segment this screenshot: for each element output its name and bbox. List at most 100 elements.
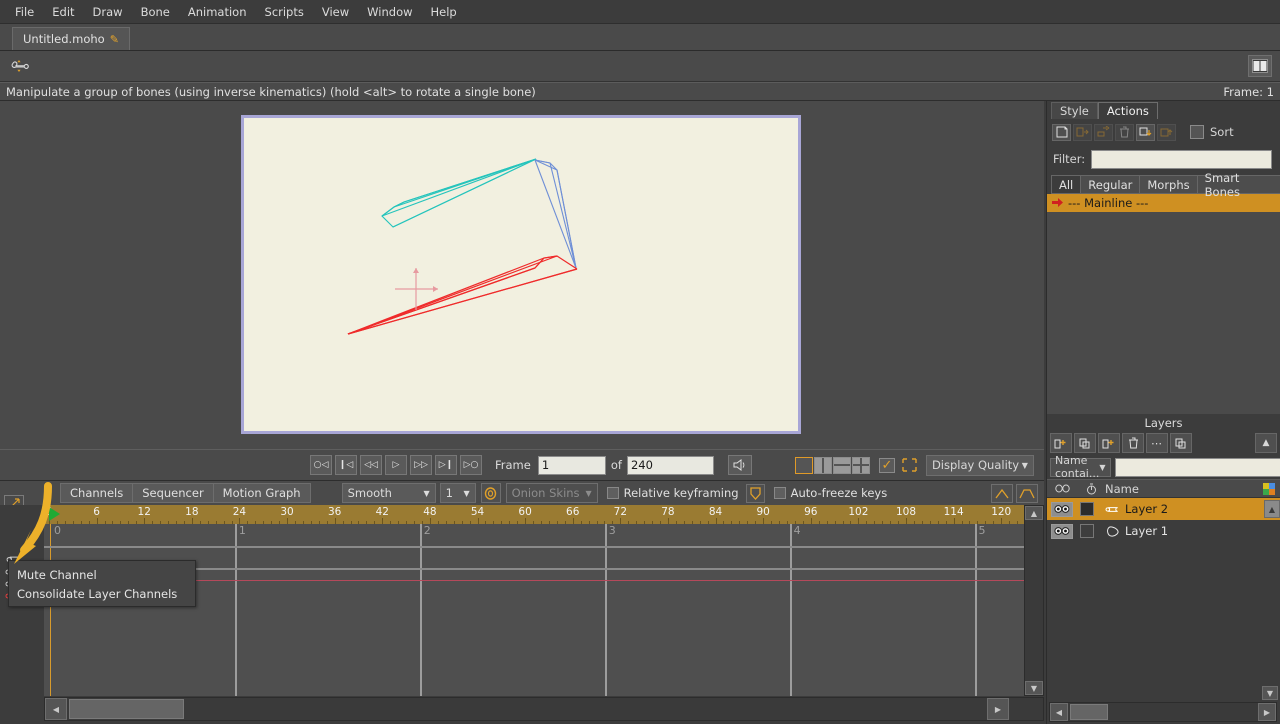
scroll-right-arrow[interactable]: ▶ (987, 698, 1009, 720)
total-frames-input[interactable] (626, 455, 714, 475)
green-play-marker[interactable] (49, 507, 60, 521)
relative-keyframing-checkbox[interactable]: Relative keyframing (606, 486, 739, 500)
actions-list[interactable]: --- Mainline --- (1047, 194, 1280, 414)
eye-icon[interactable] (1051, 523, 1073, 539)
scroll-right-arrow[interactable]: ▶ (1258, 703, 1276, 721)
layer-search-mode-dropdown[interactable]: Name contai... ▼ (1050, 454, 1111, 480)
extract-action-icon[interactable] (1157, 123, 1176, 141)
context-menu-item-consolidate-layer-channels[interactable]: Consolidate Layer Channels (9, 584, 195, 603)
manipulate-bones-icon[interactable] (8, 55, 32, 77)
layer-scroll-up-arrow[interactable]: ▲ (1264, 500, 1280, 518)
quad-view-button[interactable] (851, 456, 870, 474)
ruler-tick-120: 120 (991, 506, 1012, 518)
new-group-icon[interactable] (1098, 433, 1120, 453)
triangle-ease-icon[interactable] (991, 483, 1013, 503)
new-layer-icon[interactable] (1050, 433, 1072, 453)
interp-count-dropdown[interactable]: 1 ▼ (439, 483, 476, 503)
menu-bone[interactable]: Bone (132, 2, 179, 22)
skip-forward-icon[interactable]: ▷❙ (435, 455, 457, 475)
timeline-playhead-line[interactable] (50, 524, 51, 696)
eye-icon[interactable] (1051, 501, 1073, 517)
layer-row-layer-1[interactable]: Layer 1 (1047, 520, 1280, 542)
checkbox-box (773, 487, 786, 499)
category-tab-smart-bones[interactable]: Smart Bones (1196, 171, 1280, 199)
tab-channels[interactable]: Channels (60, 483, 134, 503)
interpolation-dropdown[interactable]: Smooth ▼ (341, 483, 436, 503)
scroll-down-arrow[interactable]: ▼ (1025, 681, 1043, 695)
tab-actions[interactable]: Actions (1097, 102, 1158, 119)
layers-h-scroll-thumb[interactable] (1070, 704, 1108, 720)
category-tab-all[interactable]: All (1051, 175, 1082, 194)
main-viewport[interactable] (0, 101, 1044, 449)
tab-motion-graph[interactable]: Motion Graph (212, 483, 311, 503)
frame-crop-icon[interactable] (900, 457, 920, 474)
scroll-left-arrow[interactable]: ◀ (1050, 703, 1068, 721)
speaker-icon[interactable] (727, 455, 752, 475)
menu-draw[interactable]: Draw (84, 2, 132, 22)
document-tab-untitled[interactable]: Untitled.moho ✎ (12, 27, 130, 50)
auto-freeze-keys-checkbox[interactable]: Auto-freeze keys (773, 486, 887, 500)
tab-style[interactable]: Style (1051, 102, 1098, 119)
layers-scroll-down-arrow[interactable]: ▼ (1262, 686, 1278, 700)
graph-vertical-scrollbar[interactable]: ▲ ▼ (1024, 505, 1044, 696)
menu-view[interactable]: View (313, 2, 358, 22)
frame-input[interactable] (537, 455, 606, 475)
skip-back-icon[interactable]: ❙◁ (335, 455, 357, 475)
trash-icon[interactable] (1122, 433, 1144, 453)
layer-timing-checkbox[interactable] (1080, 502, 1094, 516)
play-loop-icon[interactable]: ▷○ (460, 455, 482, 475)
layer-timing-checkbox[interactable] (1080, 524, 1094, 538)
display-quality-dropdown[interactable]: Display Quality ▼ (925, 454, 1034, 476)
menu-file[interactable]: File (6, 2, 43, 22)
menu-animation[interactable]: Animation (179, 2, 256, 22)
chevron-up-icon[interactable]: ▲ (1255, 433, 1277, 453)
scroll-left-arrow[interactable]: ◀ (45, 698, 67, 720)
pencil-icon: ✎ (109, 32, 119, 46)
new-action-icon[interactable] (1052, 123, 1071, 141)
trapezoid-ease-icon[interactable] (1016, 483, 1038, 503)
copy-action-icon[interactable] (1073, 123, 1092, 141)
menu-window[interactable]: Window (358, 2, 421, 22)
rewind-loop-icon[interactable]: ○◁ (310, 455, 332, 475)
ellipsis-icon[interactable]: ⋯ (1146, 433, 1168, 453)
trash-icon[interactable] (1115, 123, 1134, 141)
scroll-up-arrow[interactable]: ▲ (1025, 506, 1043, 520)
graph-value-label-2: 2 (423, 524, 431, 537)
layer-search-input[interactable] (1114, 457, 1280, 477)
h-scroll-thumb[interactable] (69, 699, 184, 719)
channel-context-menu[interactable]: Mute Channel Consolidate Layer Channels (8, 560, 196, 607)
menu-edit[interactable]: Edit (43, 2, 83, 22)
tab-sequencer[interactable]: Sequencer (132, 483, 214, 503)
layers-horizontal-scrollbar[interactable]: ◀ ▶ (1049, 702, 1277, 722)
onion-skin-icon[interactable] (480, 483, 501, 503)
context-menu-item-mute-channel[interactable]: Mute Channel (9, 565, 195, 584)
keyframe-shield-icon[interactable] (745, 483, 765, 503)
viewport-checkbox[interactable]: ✓ (878, 457, 895, 473)
duplicate-layer-icon[interactable] (1074, 433, 1096, 453)
rename-action-icon[interactable] (1094, 123, 1113, 141)
layer-row-layer-2[interactable]: Layer 2 ▲ (1047, 498, 1280, 520)
menu-scripts[interactable]: Scripts (256, 2, 313, 22)
two-column-view-button[interactable] (813, 456, 832, 474)
timeline-ruler[interactable]: 0 6 12 18 24 30 36 42 48 54 60 66 72 78 84 90 96 102 108 11… (44, 505, 1024, 524)
canvas-page[interactable] (241, 115, 801, 434)
graph-horizontal-scrollbar[interactable]: ◀ ▶ (44, 697, 1044, 721)
ruler-tick-24: 24 (232, 506, 247, 518)
category-tab-regular[interactable]: Regular (1080, 175, 1141, 194)
category-tab-morphs[interactable]: Morphs (1139, 175, 1198, 194)
single-view-button[interactable] (794, 456, 813, 474)
step-back-icon[interactable]: ◁◁ (360, 455, 382, 475)
ruler-tick-66: 66 (566, 506, 580, 518)
sort-checkbox[interactable]: Sort (1190, 125, 1234, 139)
two-row-view-button[interactable] (832, 456, 851, 474)
motion-graph-area[interactable]: 0 1 2 3 4 5 (44, 524, 1024, 696)
copy-layer-icon[interactable] (1170, 433, 1192, 453)
step-forward-icon[interactable]: ▷▷ (410, 455, 432, 475)
filter-input[interactable] (1091, 149, 1272, 169)
onion-skins-dropdown[interactable]: Onion Skins ▼ (505, 483, 598, 503)
play-icon[interactable]: ▷ (385, 455, 407, 475)
toggle-panels-icon[interactable] (1248, 55, 1272, 77)
menu-help[interactable]: Help (422, 2, 466, 22)
insert-action-icon[interactable] (1136, 123, 1155, 141)
action-row-label: --- Mainline --- (1068, 196, 1149, 210)
